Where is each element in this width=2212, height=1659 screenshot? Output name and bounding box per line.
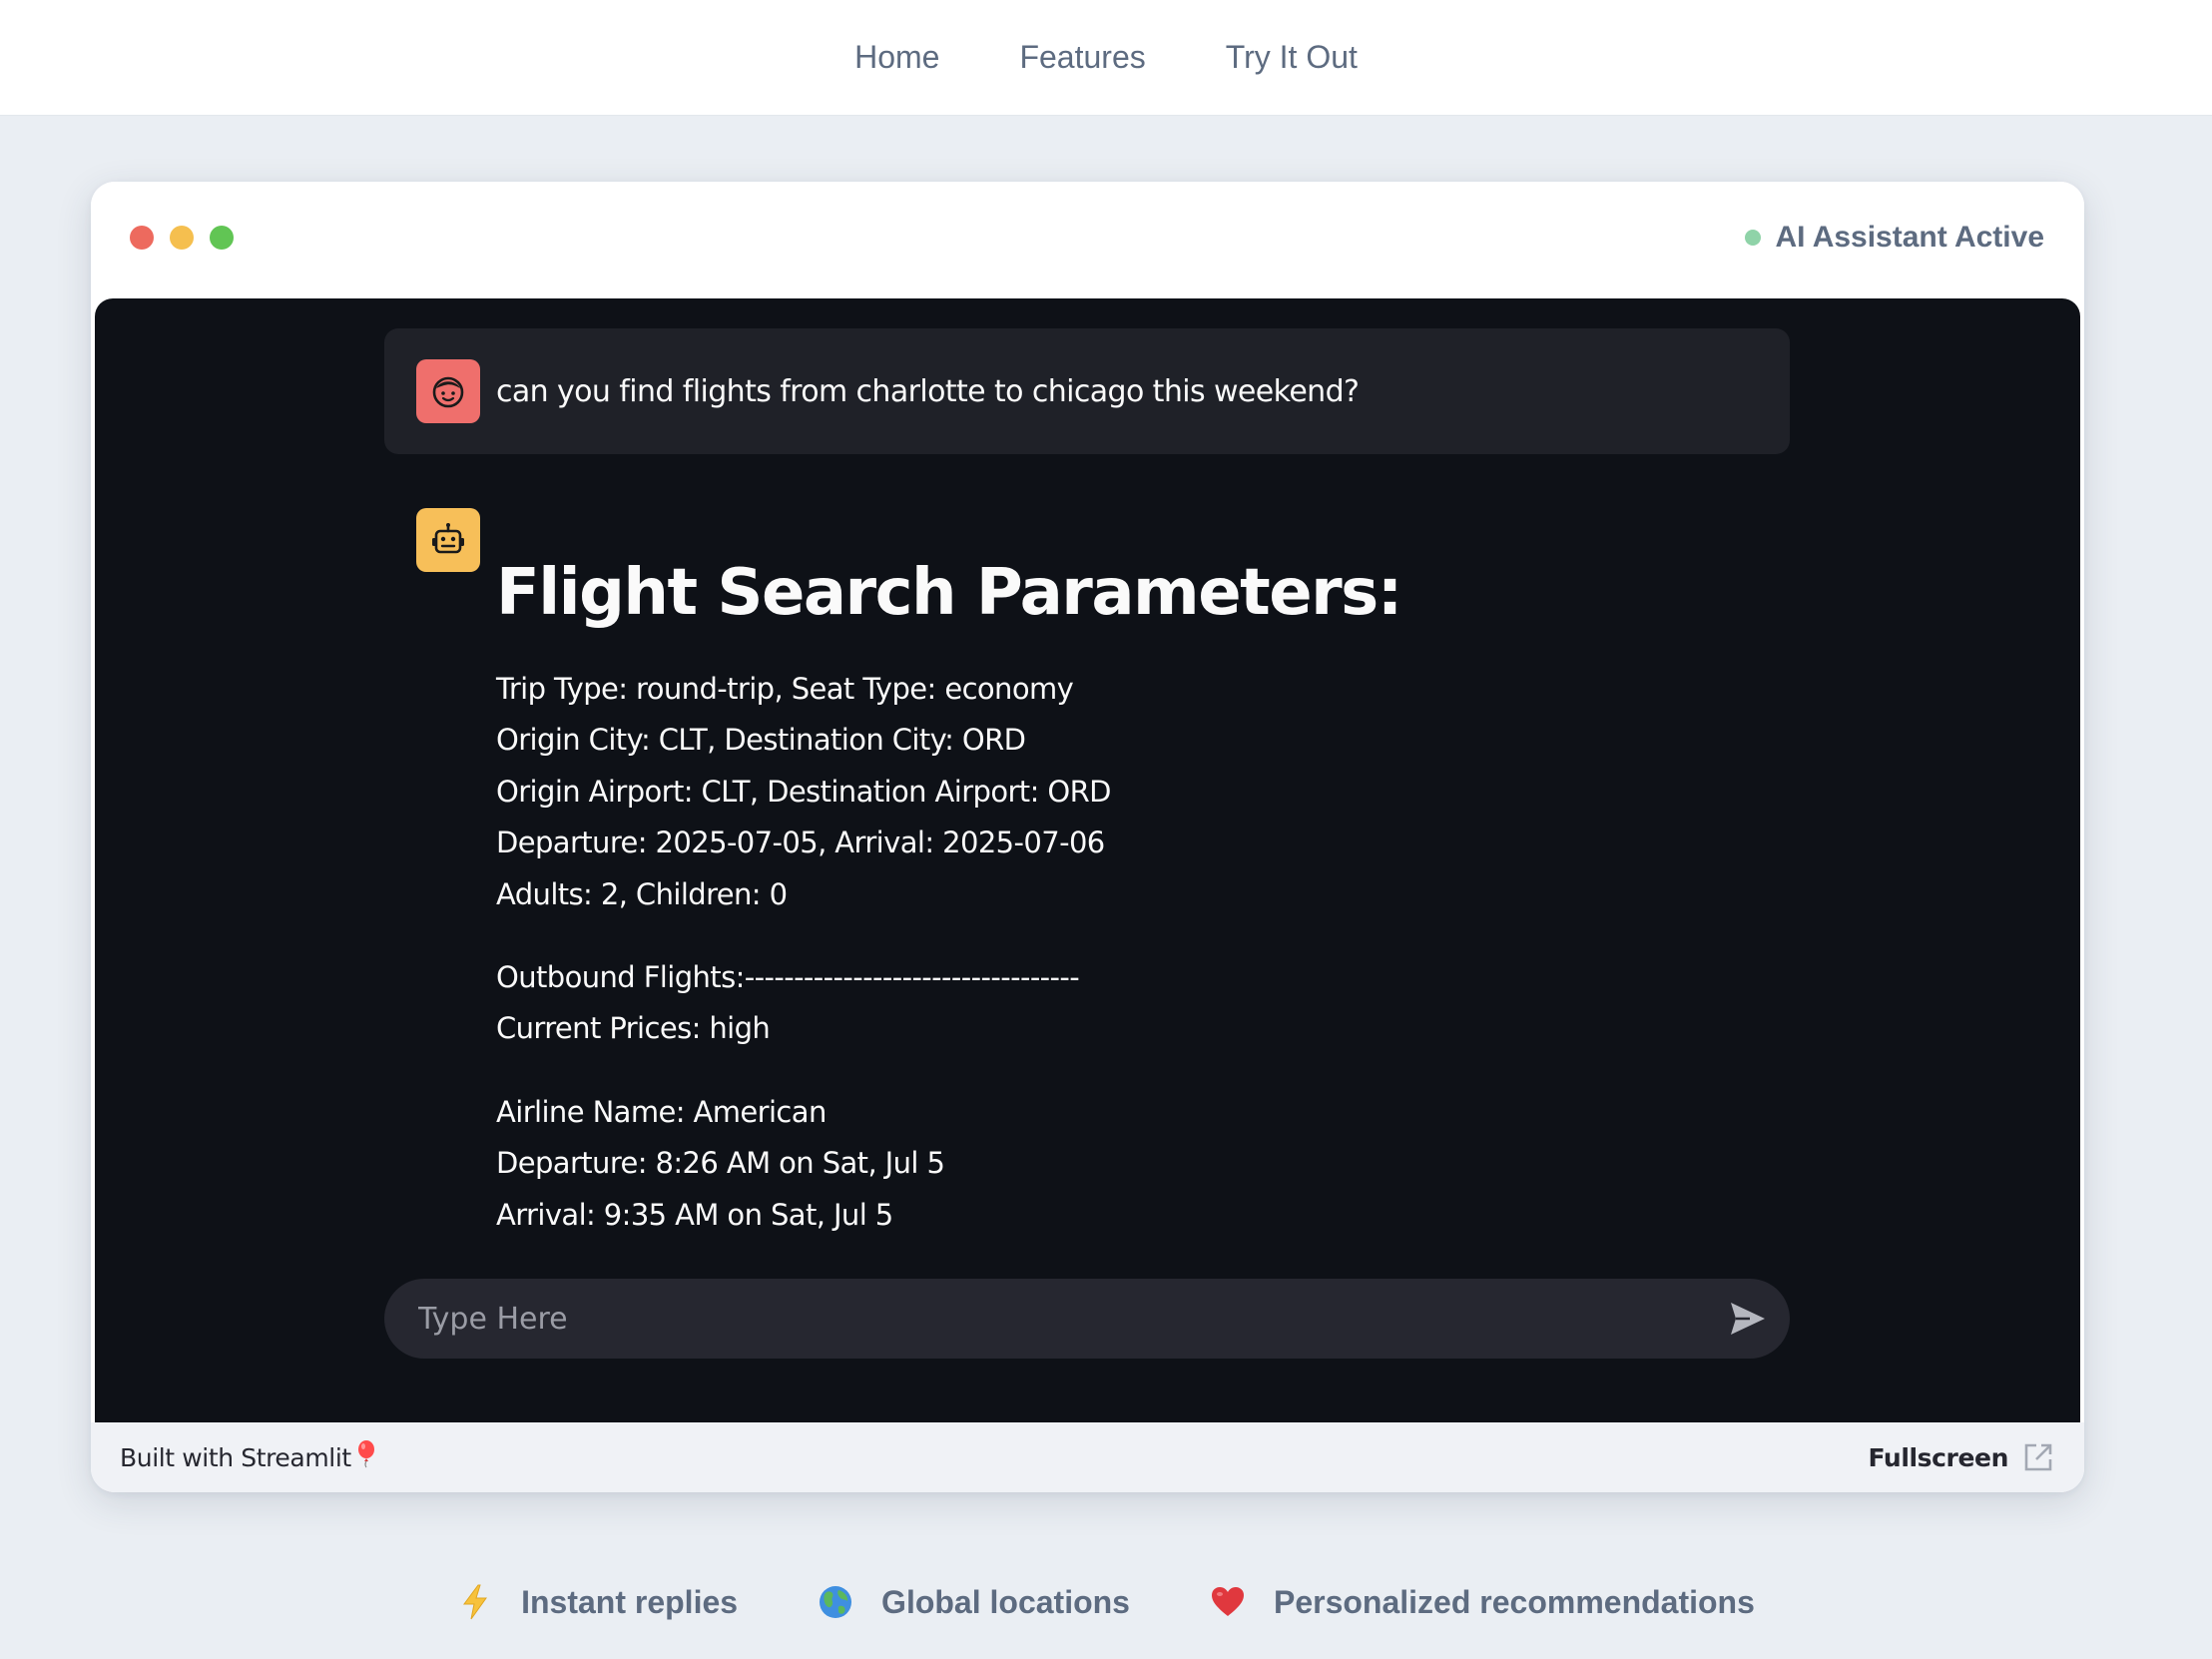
robot-icon — [432, 523, 464, 554]
feature-personalized-recommendations: Personalized recommendations — [1210, 1584, 1755, 1621]
feature-label: Personalized recommendations — [1273, 1583, 1755, 1620]
current-prices: Current Prices: high — [496, 1011, 771, 1046]
status-text: AI Assistant Active — [1775, 221, 2044, 254]
lightning-icon — [457, 1584, 493, 1620]
send-icon — [1731, 1303, 1765, 1335]
top-navbar: Home Features Try It Out — [0, 0, 2212, 116]
window-titlebar: AI Assistant Active — [91, 182, 2084, 289]
app-window: AI Assistant Active can you find flights… — [91, 182, 2084, 1492]
external-link-icon — [2024, 1443, 2052, 1471]
user-message-text: can you find flights from charlotte to c… — [496, 373, 1360, 409]
flight-result: Airline Name: American Departure: 8:26 A… — [496, 1087, 1694, 1241]
param-airports: Origin Airport: CLT, Destination Airport… — [496, 774, 1111, 809]
assistant-status: AI Assistant Active — [1745, 216, 2044, 260]
streamlit-footer: Built with Streamlit Fullscreen — [91, 1422, 2084, 1492]
nav-links: Home Features Try It Out — [0, 0, 2212, 115]
send-button[interactable] — [1726, 1297, 1770, 1341]
nav-link-try-it-out[interactable]: Try It Out — [1226, 39, 1358, 76]
window-minimize-dot[interactable] — [170, 226, 194, 250]
status-indicator-dot — [1745, 230, 1762, 246]
search-parameters: Trip Type: round-trip, Seat Type: econom… — [496, 664, 1694, 920]
face-icon — [432, 376, 464, 408]
chat-input[interactable] — [418, 1279, 1696, 1359]
feature-instant-replies: Instant replies — [457, 1584, 738, 1621]
balloon-icon — [355, 1439, 377, 1475]
param-dates: Departure: 2025-07-05, Arrival: 2025-07-… — [496, 826, 1105, 860]
fullscreen-button[interactable]: Fullscreen — [1868, 1422, 2054, 1492]
feature-label: Instant replies — [521, 1583, 739, 1620]
heart-icon — [1210, 1584, 1246, 1620]
flight-departure: Departure: 8:26 AM on Sat, Jul 5 — [496, 1146, 945, 1181]
built-with-text: Built with Streamlit — [120, 1442, 351, 1472]
assistant-message: Flight Search Parameters: Trip Type: rou… — [496, 548, 1694, 1241]
assistant-avatar — [416, 508, 480, 572]
flight-airline: Airline Name: American — [496, 1094, 827, 1129]
streamlit-app-frame: can you find flights from charlotte to c… — [95, 298, 2080, 1422]
user-message: can you find flights from charlotte to c… — [384, 328, 1790, 454]
user-avatar — [416, 359, 480, 423]
param-passengers: Adults: 2, Children: 0 — [496, 876, 788, 911]
chat-input-bar[interactable] — [384, 1279, 1790, 1359]
features-row: Instant replies Global locations Persona… — [0, 1577, 2212, 1627]
window-close-dot[interactable] — [130, 226, 154, 250]
outbound-header: Outbound Flights:-----------------------… — [496, 959, 1080, 994]
param-trip-type: Trip Type: round-trip, Seat Type: econom… — [496, 672, 1074, 706]
feature-label: Global locations — [881, 1583, 1130, 1620]
flight-arrival: Arrival: 9:35 AM on Sat, Jul 5 — [496, 1197, 893, 1232]
feature-global-locations: Global locations — [818, 1584, 1130, 1621]
outbound-summary: Outbound Flights:-----------------------… — [496, 952, 1694, 1055]
assistant-heading: Flight Search Parameters: — [496, 556, 1402, 630]
built-with-streamlit[interactable]: Built with Streamlit — [120, 1422, 377, 1492]
globe-icon — [818, 1584, 853, 1620]
nav-link-home[interactable]: Home — [854, 39, 939, 76]
nav-link-features[interactable]: Features — [1019, 39, 1145, 76]
param-cities: Origin City: CLT, Destination City: ORD — [496, 723, 1026, 758]
window-maximize-dot[interactable] — [210, 226, 234, 250]
fullscreen-label: Fullscreen — [1868, 1442, 2008, 1472]
